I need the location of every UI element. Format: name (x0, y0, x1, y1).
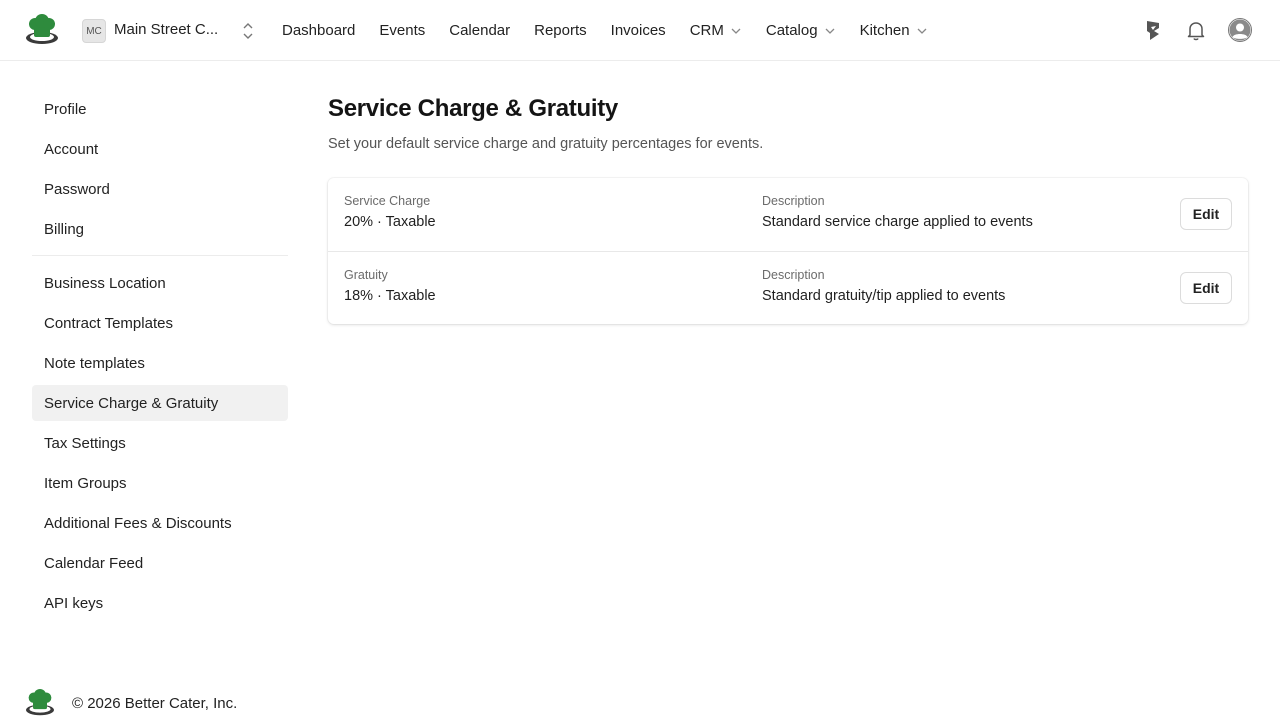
sidebar-item-label: Password (44, 180, 110, 198)
chef-hat-logo-icon (26, 689, 54, 716)
nav-label: Invoices (610, 22, 666, 39)
nav-dashboard[interactable]: Dashboard (270, 22, 367, 39)
field-value: Standard service charge applied to event… (762, 214, 1033, 230)
nav-label: Reports (534, 22, 587, 39)
sidebar-item-label: Billing (44, 220, 85, 238)
nav-label: Events (379, 22, 426, 39)
chevron-down-icon (825, 28, 835, 34)
sidebar-divider (32, 255, 288, 256)
service-charge-cell: Service Charge 20% · Taxable (344, 194, 436, 230)
sidebar-item-contract-templates[interactable]: Contract Templates (32, 305, 288, 341)
main-content: Service Charge & Gratuity Set your defau… (328, 95, 1248, 324)
field-label: Description (762, 194, 825, 208)
edit-service-charge-button[interactable]: Edit (1180, 198, 1232, 230)
chef-hat-logo-icon[interactable] (24, 14, 60, 46)
sidebar-item-api-keys[interactable]: API keys (32, 585, 288, 621)
org-name[interactable]: Main Street C... (114, 21, 218, 38)
sidebar-item-label: Contract Templates (44, 314, 173, 332)
top-navbar: MC Main Street C... Dashboard Events Cal… (0, 0, 1280, 61)
nav-catalog[interactable]: Catalog (754, 22, 848, 39)
sidebar-item-profile[interactable]: Profile (32, 91, 288, 127)
user-avatar-icon[interactable] (1228, 18, 1252, 42)
nav-label: Dashboard (282, 22, 356, 39)
description-cell: Description Standard service charge appl… (762, 194, 1033, 230)
edit-gratuity-button[interactable]: Edit (1180, 272, 1232, 304)
nav-kitchen[interactable]: Kitchen (848, 22, 940, 39)
nav-events[interactable]: Events (367, 22, 437, 39)
copyright-text: © 2026 Better Cater, Inc. (72, 694, 238, 712)
page-subtitle: Set your default service charge and grat… (328, 136, 764, 152)
sidebar-item-label: Service Charge & Gratuity (44, 394, 219, 412)
sidebar-item-label: Additional Fees & Discounts (44, 514, 232, 532)
whats-new-icon[interactable] (1141, 18, 1165, 42)
chevron-down-icon (917, 28, 927, 34)
settings-sidebar: Profile Account Password Billing Busines… (32, 91, 288, 625)
footer: © 2026 Better Cater, Inc. (24, 688, 237, 718)
sidebar-item-note-templates[interactable]: Note templates (32, 345, 288, 381)
sidebar-item-label: Profile (44, 100, 87, 118)
main-nav: Dashboard Events Calendar Reports Invoic… (270, 0, 940, 61)
bell-icon[interactable] (1184, 18, 1208, 42)
sidebar-item-additional-fees-discounts[interactable]: Additional Fees & Discounts (32, 505, 288, 541)
sidebar-item-billing[interactable]: Billing (32, 211, 288, 247)
chevron-up-down-icon[interactable] (240, 21, 256, 41)
nav-label: CRM (689, 22, 724, 39)
gratuity-row: Gratuity 18% · Taxable Description Stand… (328, 251, 1248, 324)
settings-card: Service Charge 20% · Taxable Description… (328, 178, 1248, 324)
sidebar-item-password[interactable]: Password (32, 171, 288, 207)
nav-label: Calendar (449, 22, 511, 39)
sidebar-item-label: Tax Settings (44, 434, 126, 452)
org-avatar[interactable]: MC (82, 19, 106, 43)
sidebar-item-label: Item Groups (44, 474, 127, 492)
sidebar-item-label: Business Location (44, 274, 166, 292)
page-title: Service Charge & Gratuity (328, 95, 618, 122)
sidebar-item-label: Note templates (44, 354, 145, 372)
field-value: Standard gratuity/tip applied to events (762, 288, 1006, 304)
field-label: Gratuity (344, 268, 388, 282)
sidebar-item-business-location[interactable]: Business Location (32, 265, 288, 301)
nav-invoices[interactable]: Invoices (599, 22, 678, 39)
sidebar-item-item-groups[interactable]: Item Groups (32, 465, 288, 501)
nav-reports[interactable]: Reports (522, 22, 599, 39)
field-label: Description (762, 268, 825, 282)
sidebar-item-label: API keys (44, 594, 104, 612)
sidebar-item-service-charge-gratuity[interactable]: Service Charge & Gratuity (32, 385, 288, 421)
nav-label: Kitchen (859, 22, 910, 39)
chevron-down-icon (731, 28, 741, 34)
sidebar-item-account[interactable]: Account (32, 131, 288, 167)
gratuity-cell: Gratuity 18% · Taxable (344, 268, 436, 304)
field-label: Service Charge (344, 194, 431, 208)
nav-calendar[interactable]: Calendar (437, 22, 522, 39)
nav-label: Catalog (765, 22, 818, 39)
service-charge-row: Service Charge 20% · Taxable Description… (328, 178, 1248, 251)
sidebar-item-tax-settings[interactable]: Tax Settings (32, 425, 288, 461)
field-value: 20% · Taxable (344, 214, 436, 230)
description-cell: Description Standard gratuity/tip applie… (762, 268, 1005, 304)
sidebar-item-label: Account (44, 140, 99, 158)
nav-crm[interactable]: CRM (678, 22, 754, 39)
sidebar-item-label: Calendar Feed (44, 554, 144, 572)
field-value: 18% · Taxable (344, 288, 436, 304)
sidebar-item-calendar-feed[interactable]: Calendar Feed (32, 545, 288, 581)
